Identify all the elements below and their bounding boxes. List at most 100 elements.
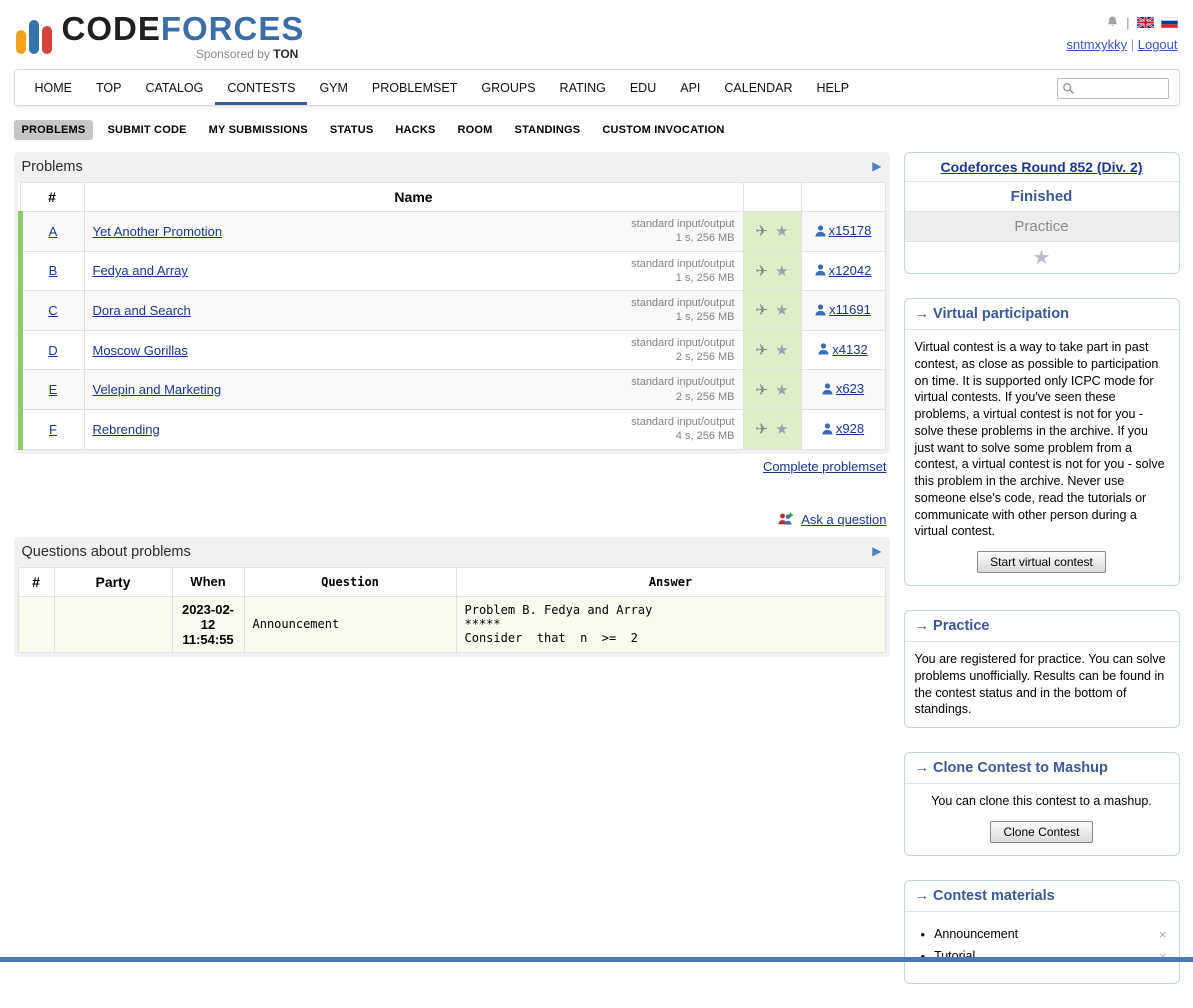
paper-plane-icon[interactable]: ✈ [755,262,768,280]
logout-link[interactable]: Logout [1138,37,1178,52]
column-header-index: # [20,183,84,212]
problem-index-cell: F [20,409,84,449]
english-flag-icon[interactable] [1137,17,1154,28]
favourite-star-icon[interactable]: ★ [775,223,788,240]
problem-actions-cell: ✈★ [743,370,801,410]
contest-tab-problems[interactable]: PROBLEMS [14,120,94,140]
problem-limits: standard input/output2 s, 256 MB [631,375,734,404]
contest-state: Finished [905,182,1179,212]
contest-title-link[interactable]: Codeforces Round 852 (Div. 2) [940,159,1142,175]
problem-letter-link[interactable]: A [49,224,58,239]
bell-icon[interactable] [1106,15,1119,29]
main-nav: HOMETOPCATALOGCONTESTSGYMPROBLEMSETGROUP… [14,69,1180,106]
contest-tab-room[interactable]: ROOM [450,120,501,140]
solved-count-link[interactable]: x15178 [815,223,872,238]
column-header-solved [801,183,885,212]
contest-tab-custom-invocation[interactable]: CUSTOM INVOCATION [594,120,732,140]
column-header: # [18,567,54,596]
problem-solved-cell: x4132 [801,330,885,370]
contest-materials-caption: → Contest materials [905,881,1179,912]
problems-section: ▶ Problems # Name AYet Another Promotion… [14,152,890,454]
ask-question-link[interactable]: Ask a question [801,512,886,527]
sponsored-by: Sponsored by TON [62,47,305,61]
nav-item-home[interactable]: HOME [23,70,85,105]
favourite-star-icon[interactable]: ★ [775,382,788,399]
contest-tab-submit-code[interactable]: SUBMIT CODE [99,120,194,140]
close-icon[interactable]: × [1159,927,1167,942]
expand-arrow-icon[interactable]: ▶ [872,159,881,173]
contest-tab-status[interactable]: STATUS [322,120,382,140]
problem-letter-link[interactable]: E [49,382,58,397]
problem-index-cell: B [20,251,84,291]
problem-name-link[interactable]: Yet Another Promotion [93,224,223,239]
solved-count-link[interactable]: x4132 [818,342,867,357]
problem-limits: standard input/output2 s, 256 MB [631,336,734,365]
questions-section: ▶ Questions about problems # Party When … [14,537,890,657]
problem-name-link[interactable]: Moscow Gorillas [93,343,188,358]
problem-name-cell: Velepin and Marketing standard input/outp… [84,370,743,410]
problems-tbody: A Yet Another Promotion standard input/out… [20,212,885,450]
problem-name-link[interactable]: Velepin and Marketing [93,382,222,397]
nav-item-gym[interactable]: GYM [307,70,359,105]
favourite-star-icon[interactable]: ★ [775,302,788,319]
solved-count-link[interactable]: x12042 [815,263,872,278]
person-icon [815,225,826,237]
contest-tab-hacks[interactable]: HACKS [387,120,443,140]
paper-plane-icon[interactable]: ✈ [755,341,768,359]
complete-problemset-link[interactable]: Complete problemset [763,459,887,474]
start-virtual-contest-button[interactable]: Start virtual contest [977,551,1106,573]
nav-item-catalog[interactable]: CATALOG [133,70,215,105]
header: CODEFORCES Sponsored by TON | sntmxykky … [14,10,1180,69]
paper-plane-icon[interactable]: ✈ [755,222,768,240]
codeforces-logo[interactable]: CODEFORCES Sponsored by TON [16,12,305,61]
paper-plane-icon[interactable]: ✈ [755,381,768,399]
question-answer-cell: Problem B. Fedya and Array ***** Conside… [456,596,885,652]
paper-plane-icon[interactable]: ✈ [755,301,768,319]
practice-caption: → Practice [905,611,1179,642]
problem-name-link[interactable]: Dora and Search [93,303,191,318]
favourite-star-icon[interactable]: ★ [775,263,788,280]
problem-letter-link[interactable]: C [48,303,57,318]
problems-table: # Name AYet Another Promotionstandard in… [18,182,886,450]
solved-count-link[interactable]: x928 [822,421,864,436]
expand-arrow-icon[interactable]: ▶ [872,544,881,558]
material-link[interactable]: Announcement [934,927,1018,941]
nav-item-api[interactable]: API [668,70,712,105]
contest-star-row: ★ [905,242,1179,273]
nav-item-groups[interactable]: GROUPS [469,70,547,105]
divider: | [1126,15,1129,30]
solved-count-link[interactable]: x623 [822,381,864,396]
nav-item-contests[interactable]: CONTESTS [215,70,307,105]
divider: | [1131,37,1134,52]
problem-actions-cell: ✈★ [743,212,801,252]
problem-letter-link[interactable]: D [48,343,57,358]
problem-limits: standard input/output4 s, 256 MB [631,415,734,444]
column-header-icons [743,183,801,212]
paper-plane-icon[interactable]: ✈ [755,420,768,438]
questions-table: # Party When Question Answer 2023-02-12 … [18,567,886,653]
username-link[interactable]: sntmxykky [1066,37,1127,52]
questions-tbody: 2023-02-12 11:54:55AnnouncementProblem B… [18,596,885,652]
nav-item-edu[interactable]: EDU [618,70,668,105]
favourite-star-icon[interactable]: ★ [775,421,788,438]
problem-name-link[interactable]: Rebrending [93,422,160,437]
favourite-star-icon[interactable]: ★ [775,342,788,359]
favourite-star-icon[interactable]: ★ [1033,247,1051,269]
problem-letter-link[interactable]: B [49,263,58,278]
nav-item-problemset[interactable]: PROBLEMSET [360,70,469,105]
nav-item-calendar[interactable]: CALENDAR [712,70,804,105]
russian-flag-icon[interactable] [1161,17,1178,28]
problem-name-link[interactable]: Fedya and Array [93,263,188,278]
contest-tab-standings[interactable]: STANDINGS [507,120,589,140]
problems-caption: ▶ Problems [18,156,886,182]
contest-tab-my-submissions[interactable]: MY SUBMISSIONS [201,120,316,140]
problem-name-cell: Rebrending standard input/output4 s, 256 … [84,409,743,449]
materials-list: •Announcement×•Tutorial× [905,912,1179,983]
clone-contest-button[interactable]: Clone Contest [990,821,1092,843]
column-header: When [172,567,244,596]
nav-item-help[interactable]: HELP [804,70,861,105]
solved-count-link[interactable]: x11691 [815,302,871,317]
nav-item-rating[interactable]: RATING [548,70,618,105]
problem-letter-link[interactable]: F [49,422,57,437]
nav-item-top[interactable]: TOP [84,70,133,105]
